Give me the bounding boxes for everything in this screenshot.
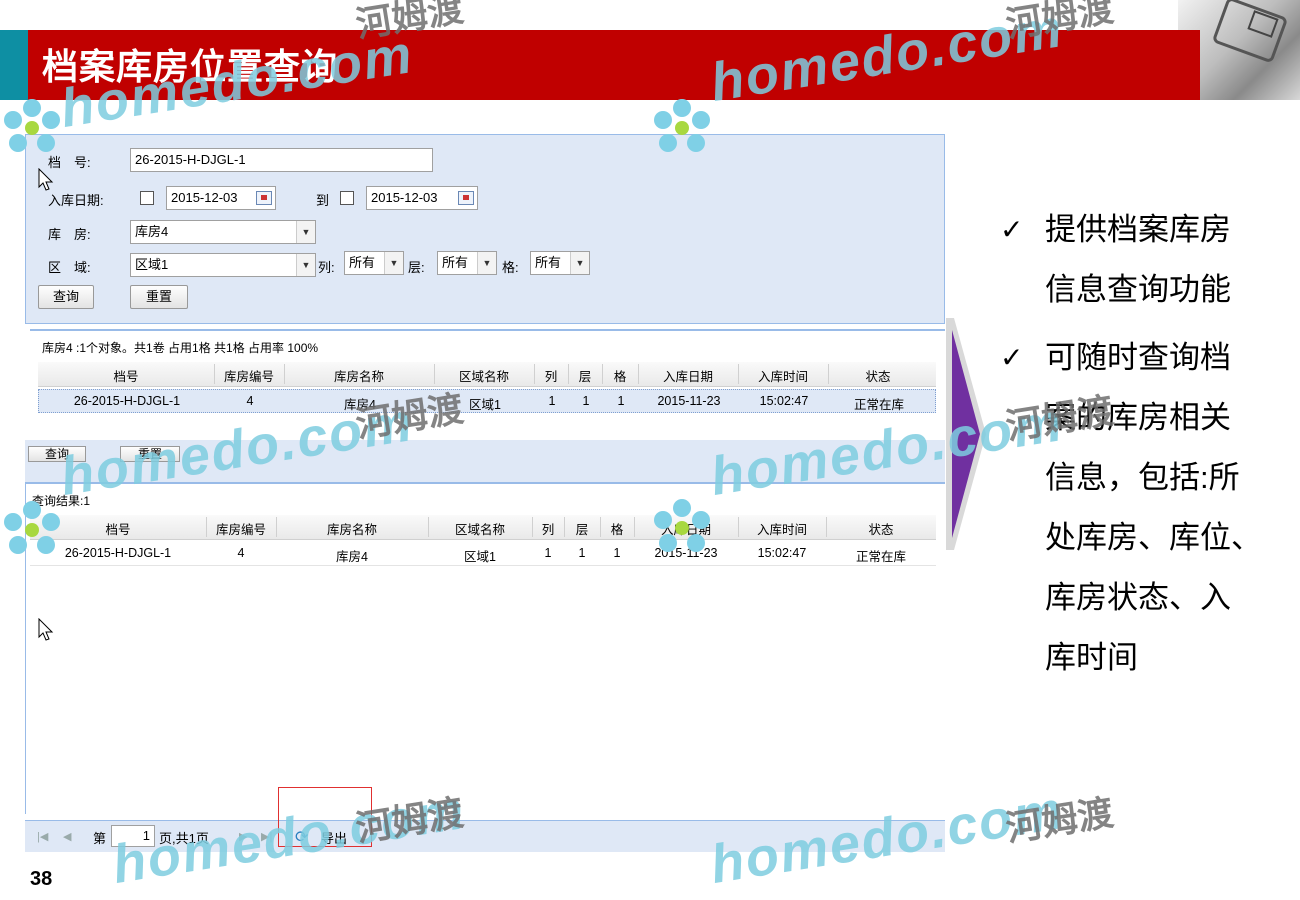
bullet-2-line-6: 库时间 [1045,640,1138,675]
cell-warehouse-no: 4 [246,394,254,408]
results-grid-header: 档号 库房编号 库房名称 区域名称 列 层 格 入库日期 入库时间 状态 [30,515,936,540]
cell-archive-no: 26-2015-H-DJGL-1 [73,394,181,408]
cell-select[interactable]: 所有 ▼ [530,251,590,275]
bullet-2-line-5: 库房状态、入 [1045,580,1231,615]
check-icon: ✓ [1000,342,1024,373]
col-status[interactable]: 状态 [828,366,928,385]
summary-text: 库房4 :1个对象。共1卷 占用1格 共1格 占用率 100% [42,341,319,355]
cell-status: 正常在库 [855,550,906,564]
grid-header: 档号 库房编号 库房名称 区域名称 列 层 格 入库日期 入库时间 状态 [38,362,936,387]
cell-entry-time: 15:02:47 [759,394,809,408]
prev-page-icon[interactable]: ◀ [63,830,71,843]
col-column[interactable]: 列 [532,519,564,538]
col-entry-date[interactable]: 入库日期 [638,366,738,385]
area-select[interactable]: 区域1 ▼ [130,253,316,277]
calendar-icon[interactable] [256,191,272,205]
results-grid: 查询结果:1 档号 库房编号 库房名称 区域名称 列 层 格 入库日期 入库时间… [25,484,945,814]
cell-column: 1 [544,546,552,560]
col-entry-time[interactable]: 入库时间 [738,366,828,385]
cell-cell: 1 [617,394,625,408]
check-icon: ✓ [1000,214,1024,245]
col-warehouse-name[interactable]: 库房名称 [284,366,434,385]
watermark-flower-icon [4,99,60,152]
cell-warehouse-no: 4 [237,546,245,560]
page-prefix: 第 [93,831,107,846]
bullet-1-line-2: 信息查询功能 [1045,272,1231,307]
date-from-input[interactable]: 2015-12-03 [166,186,276,210]
watermark-flower-icon [654,499,710,552]
bullet-2-line-3: 信息，包括:所 [1045,460,1240,495]
col-cell[interactable]: 格 [602,366,638,385]
col-status[interactable]: 状态 [826,519,936,538]
cell-warehouse-name: 库房4 [336,550,368,564]
col-area-name[interactable]: 区域名称 [428,519,532,538]
layer-label: 层: [408,260,425,275]
mouse-pointer-icon [38,618,54,641]
col-warehouse-no[interactable]: 库房编号 [206,519,276,538]
title-accent [0,30,28,100]
watermark-flower-icon [4,501,60,554]
col-layer[interactable]: 层 [568,366,602,385]
cell-cell: 1 [613,546,621,560]
query-button[interactable]: 查询 [38,285,94,309]
first-page-icon[interactable]: |◀ [37,830,48,843]
watermark-flower-icon [654,99,710,152]
warehouse-label: 库 房: [48,227,91,242]
entry-date-label: 入库日期: [48,193,104,208]
entry-date-from-checkbox[interactable] [140,191,154,205]
table-row[interactable]: 26-2015-H-DJGL-1 4 库房4 区域1 1 1 1 2015-11… [30,541,936,566]
chevron-down-icon[interactable]: ▼ [296,254,315,276]
reset-button[interactable]: 重置 [130,285,188,309]
col-warehouse-name[interactable]: 库房名称 [276,519,428,538]
cell-status: 正常在库 [853,398,904,412]
cell-layer: 1 [578,546,586,560]
calendar-icon[interactable] [458,191,474,205]
col-cell[interactable]: 格 [600,519,634,538]
archive-no-input[interactable]: 26-2015-H-DJGL-1 [130,148,433,172]
chevron-down-icon[interactable]: ▼ [384,252,403,274]
warehouse-select[interactable]: 库房4 ▼ [130,220,316,244]
location-grid: 库房4 :1个对象。共1卷 占用1格 共1格 占用率 100% 档号 库房编号 … [30,329,945,421]
bullet-2-line-1: 可随时查询档 [1045,340,1231,375]
bullet-2-line-4: 处库房、库位、 [1045,520,1262,555]
cell-layer: 1 [582,394,590,408]
mouse-pointer-icon [38,168,54,191]
page-number: 38 [30,868,53,890]
cell-area-name: 区域1 [464,550,496,564]
column-select[interactable]: 所有 ▼ [344,251,404,275]
cell-entry-time: 15:02:47 [757,546,807,560]
col-warehouse-no[interactable]: 库房编号 [214,366,284,385]
column-label: 列: [318,260,335,275]
chevron-down-icon[interactable]: ▼ [296,221,315,243]
to-label: 到 [316,193,330,208]
col-archive-no[interactable]: 档号 [38,366,214,385]
chevron-down-icon[interactable]: ▼ [477,252,496,274]
cell-label: 格: [502,260,519,275]
date-to-input[interactable]: 2015-12-03 [366,186,478,210]
col-column[interactable]: 列 [534,366,568,385]
table-row[interactable]: 26-2015-H-DJGL-1 4 库房4 区域1 1 1 1 2015-11… [38,389,936,413]
entry-date-to-checkbox[interactable] [340,191,354,205]
cell-entry-date: 2015-11-23 [657,394,721,408]
bullet-1-line-1: 提供档案库房 [1045,212,1231,247]
chevron-down-icon[interactable]: ▼ [570,252,589,274]
area-label: 区 域: [48,260,91,275]
col-entry-time[interactable]: 入库时间 [738,519,826,538]
layer-select[interactable]: 所有 ▼ [437,251,497,275]
col-layer[interactable]: 层 [564,519,600,538]
cell-column: 1 [548,394,556,408]
